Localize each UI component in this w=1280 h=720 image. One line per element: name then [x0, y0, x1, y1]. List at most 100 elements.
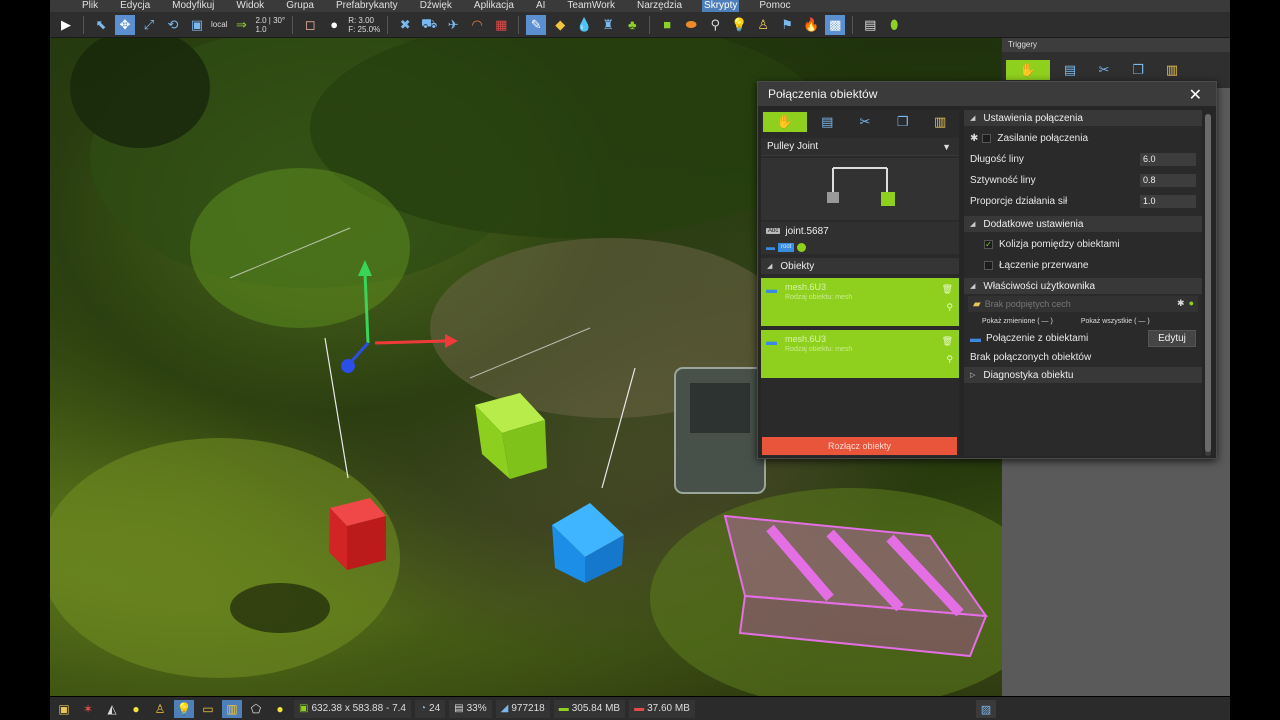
objects-section-header[interactable]: ◢ Obiekty: [761, 258, 959, 274]
menu-item-skrypty[interactable]: Skrypty: [702, 0, 740, 12]
paste-icon[interactable]: ▥: [1158, 60, 1186, 80]
broken-checkbox[interactable]: [984, 261, 993, 270]
hand-tool-icon[interactable]: ✋: [1006, 60, 1050, 80]
red-cube[interactable]: [329, 498, 386, 570]
menu-item-widok[interactable]: Widok: [234, 0, 266, 12]
edit-button[interactable]: Edytuj: [1148, 330, 1196, 347]
show-changed-link[interactable]: Pokaż zmienione ( — ): [982, 318, 1053, 325]
brush-values[interactable]: R: 3.00 F: 25.0%: [348, 16, 380, 34]
snap-arrow-icon[interactable]: ⇒: [231, 15, 251, 35]
blue-cube[interactable]: [552, 503, 624, 583]
100-icon[interactable]: ▭: [198, 700, 218, 718]
brush-paint-icon[interactable]: ✎: [526, 14, 547, 35]
brush-icon[interactable]: ◻: [300, 15, 320, 35]
menu-item-ai[interactable]: AI: [534, 0, 547, 12]
sphere-icon[interactable]: ●: [324, 15, 344, 35]
rainbow-icon[interactable]: ◠: [467, 15, 487, 35]
menu-item-teamwork[interactable]: TeamWork: [565, 0, 617, 12]
cut-icon[interactable]: ✂: [1090, 60, 1118, 80]
coord-space-icon[interactable]: ▣: [187, 15, 207, 35]
link-icon[interactable]: ⚲: [946, 302, 953, 313]
new-trigger-icon[interactable]: ▤: [1056, 60, 1084, 80]
person-icon[interactable]: ♙: [753, 15, 773, 35]
power-checkbox[interactable]: [982, 134, 992, 143]
cut-icon[interactable]: ✂: [848, 112, 882, 132]
snap-values[interactable]: 2.0 | 30° 1.0: [255, 16, 285, 34]
layers-icon[interactable]: ▥: [222, 699, 242, 718]
axis-icon[interactable]: ✶: [78, 700, 98, 718]
object-card[interactable]: ▬ mesh.6U3 Rodzaj obiektu: mesh 🗑 ⚲: [761, 330, 959, 378]
crane-icon[interactable]: ♜: [598, 15, 618, 35]
link-icon[interactable]: ⚲: [946, 354, 953, 365]
plane-icon[interactable]: ✈: [443, 15, 463, 35]
power-row[interactable]: ✱ Zasilanie połączenia: [964, 128, 1202, 149]
scrollbar-thumb[interactable]: [1205, 114, 1211, 452]
rope-stiffness-input[interactable]: 0.8: [1140, 174, 1196, 187]
menu-item-dzwiek[interactable]: Dźwięk: [418, 0, 454, 12]
minimap-icon[interactable]: ▨: [976, 700, 996, 718]
joint-type-select[interactable]: Pulley Joint ▼: [761, 138, 959, 156]
new-joint-icon[interactable]: ▤: [811, 112, 845, 132]
menu-item-narzedzia[interactable]: Narzędzia: [635, 0, 684, 12]
light-bulb-icon[interactable]: 💡: [174, 699, 194, 718]
close-icon[interactable]: ✕: [1189, 85, 1202, 105]
collision-checkbox[interactable]: ✓: [984, 240, 993, 249]
menu-item-prefabrykanty[interactable]: Prefabrykanty: [334, 0, 400, 12]
tent-icon[interactable]: ◭: [102, 700, 122, 718]
joint-name-row[interactable]: Abc joint.5687: [761, 222, 959, 240]
connection-settings-header[interactable]: ◢ Ustawienia połączenia: [964, 110, 1202, 126]
box-icon[interactable]: ▣: [54, 700, 74, 718]
disconnect-objects-button[interactable]: Rozłącz obiekty: [762, 437, 957, 455]
menu-item-modyfikuj[interactable]: Modyfikuj: [170, 0, 216, 12]
add-tag-icon[interactable]: [797, 242, 807, 252]
cube-yellow-icon[interactable]: ◆: [550, 15, 570, 35]
select-tool-icon[interactable]: ⬉: [91, 15, 111, 35]
pentagon-icon[interactable]: ⬠: [246, 700, 266, 718]
green-sphere-icon[interactable]: ⬮: [884, 15, 904, 35]
play-icon[interactable]: ▶: [56, 15, 76, 35]
force-ratio-input[interactable]: 1.0: [1140, 195, 1196, 208]
rotate-tool-icon[interactable]: ⟲: [163, 15, 183, 35]
scale-tool-icon[interactable]: ⤢: [139, 15, 159, 35]
paste-icon[interactable]: ▥: [923, 112, 957, 132]
menu-item-plik[interactable]: Plik: [80, 0, 100, 12]
coin-icon[interactable]: ●: [270, 700, 290, 718]
coord-space-label[interactable]: local: [211, 20, 227, 29]
copy-icon[interactable]: ❐: [886, 112, 920, 132]
flag-icon[interactable]: ⚑: [777, 15, 797, 35]
object-card[interactable]: ▬ mesh.6U3 Rodzaj obiektu: mesh 🗑 ⚲: [761, 278, 959, 326]
spray-icon[interactable]: ⚲: [705, 15, 725, 35]
copy-icon[interactable]: ❐: [1124, 60, 1152, 80]
trash-icon[interactable]: 🗑: [942, 336, 953, 347]
move-tool-icon[interactable]: ✥: [115, 14, 135, 35]
add-trait-icon[interactable]: ●: [1189, 298, 1194, 309]
walk-icon[interactable]: ♙: [150, 700, 170, 718]
trash-icon[interactable]: 🗑: [942, 284, 953, 295]
rope-length-input[interactable]: 6.0: [1140, 153, 1196, 166]
show-all-link[interactable]: Pokaż wszystkie ( — ): [1081, 318, 1150, 325]
green-cube-icon[interactable]: ■: [657, 15, 677, 35]
broken-row[interactable]: Łączenie przerwane: [964, 255, 1202, 276]
tree-icon[interactable]: ♣: [622, 15, 642, 35]
stone-icon[interactable]: ⬬: [681, 15, 701, 35]
tag-chip[interactable]: root: [778, 242, 795, 252]
traits-field[interactable]: ▰ Brak podpiętych cech ✱ ●: [968, 296, 1198, 312]
dialog-scrollbar[interactable]: [1205, 114, 1211, 456]
gear-icon[interactable]: ✱: [1177, 298, 1185, 309]
user-props-header[interactable]: ◢ Właściwości użytkownika: [964, 278, 1202, 294]
gear-icon[interactable]: ✱: [970, 133, 978, 144]
extra-settings-header[interactable]: ◢ Dodatkowe ustawienia: [964, 216, 1202, 232]
dialog-titlebar[interactable]: Połączenia obiektów ✕: [758, 82, 1216, 106]
collision-row[interactable]: ✓ Kolizja pomiędzy obiektami: [964, 234, 1202, 255]
menu-item-edycja[interactable]: Edycja: [118, 0, 152, 12]
trigger-cube-icon[interactable]: ▩: [825, 14, 846, 35]
fire-icon[interactable]: 🔥: [801, 15, 821, 35]
water-drop-icon[interactable]: 💧: [574, 15, 594, 35]
car-icon[interactable]: ⛟: [419, 15, 439, 35]
grid-color-icon[interactable]: ▦: [491, 15, 511, 35]
panel-icon[interactable]: ▤: [860, 15, 880, 35]
tools-icon[interactable]: ✖: [395, 15, 415, 35]
menu-item-grupa[interactable]: Grupa: [284, 0, 316, 12]
menu-item-pomoc[interactable]: Pomoc: [757, 0, 792, 12]
diagnostics-header[interactable]: ▷ Diagnostyka obiektu: [964, 367, 1202, 383]
